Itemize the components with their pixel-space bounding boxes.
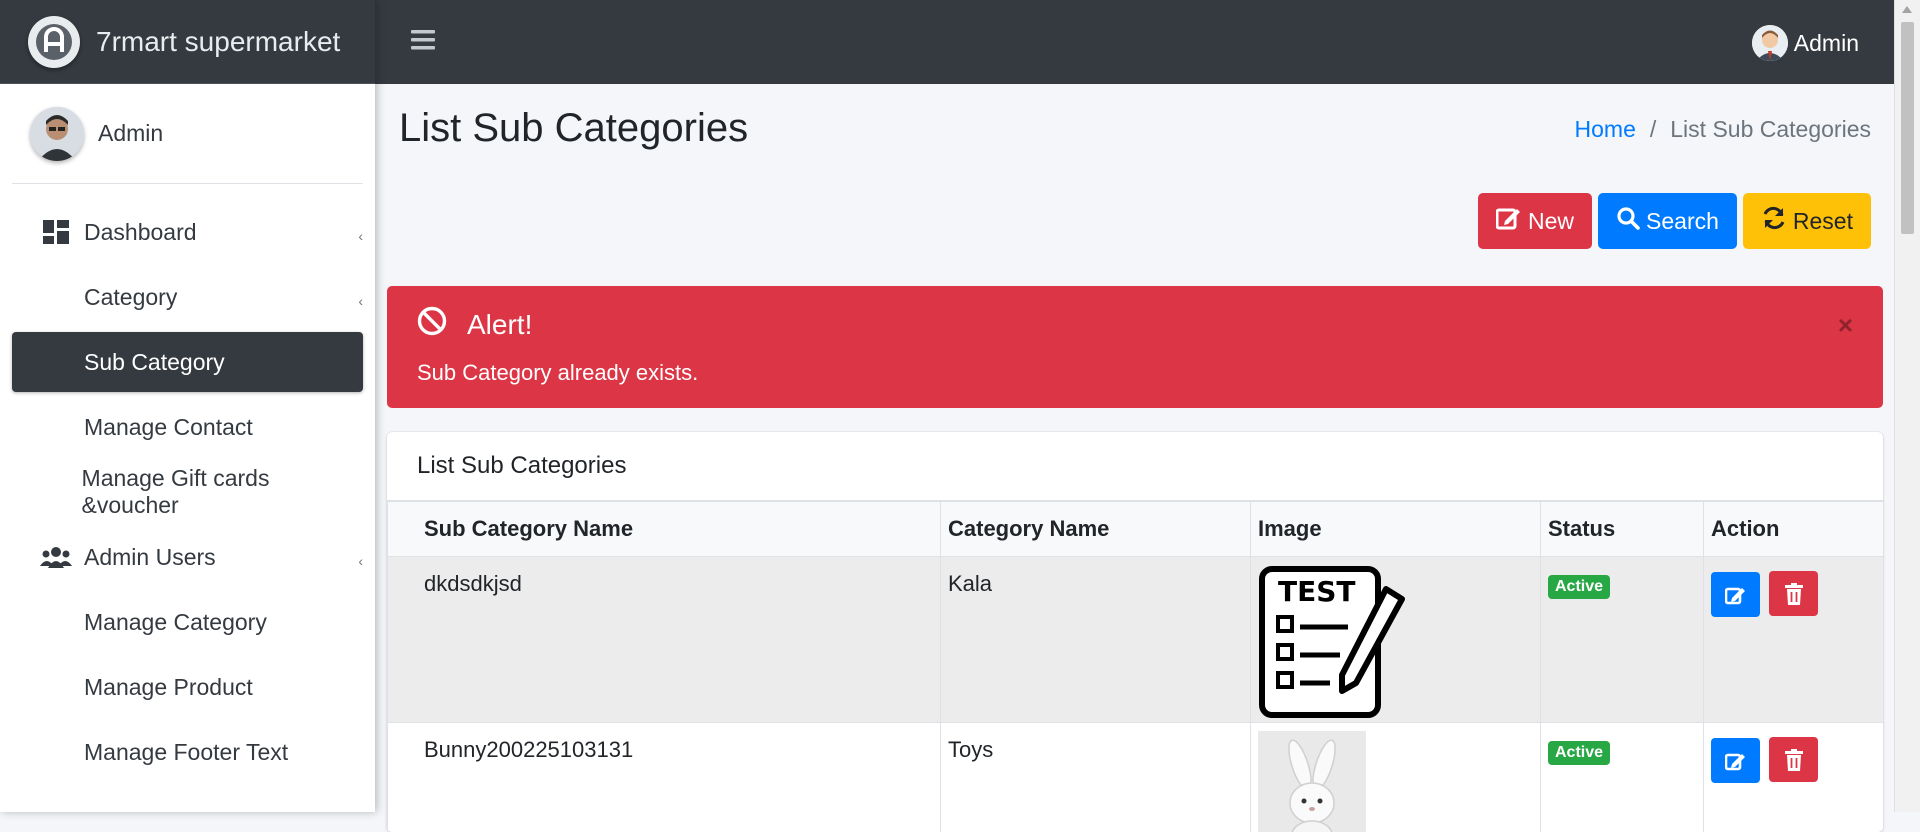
edit-icon xyxy=(1725,585,1747,605)
main-content: List Sub Categories Home / List Sub Cate… xyxy=(375,84,1895,812)
sidebar-item-admin-users[interactable]: Admin Users ‹ xyxy=(12,527,363,587)
sidebar-item-manage-product[interactable]: Manage Product xyxy=(12,657,363,717)
sidebar-item-label: Manage Footer Text xyxy=(84,739,288,766)
user-menu[interactable]: Admin xyxy=(1752,25,1859,61)
brand-text: 7rmart supermarket xyxy=(96,26,340,58)
sidebar-item-category[interactable]: Category ‹ xyxy=(12,267,363,327)
hamburger-menu-icon[interactable] xyxy=(411,29,435,56)
sub-category-name-cell: Bunny200225103131 xyxy=(388,723,941,832)
table-row: Bunny200225103131 Toys xyxy=(388,723,1884,832)
chevron-left-icon: ‹ xyxy=(358,228,363,244)
sidebar-nav: Dashboard ‹ Category ‹ Sub Category Mana… xyxy=(0,184,375,782)
edit-button[interactable] xyxy=(1711,738,1760,783)
chevron-left-icon: ‹ xyxy=(358,293,363,309)
edit-icon xyxy=(1725,751,1747,771)
image-cell xyxy=(1251,723,1541,832)
search-icon xyxy=(1616,206,1640,236)
top-navbar: Admin xyxy=(375,0,1895,84)
trash-icon xyxy=(1785,749,1803,771)
dashboard-icon xyxy=(40,220,72,244)
brand-link[interactable]: 7rmart supermarket xyxy=(0,0,375,84)
sidebar-item-label: Sub Category xyxy=(84,349,225,376)
reset-button[interactable]: Reset xyxy=(1743,193,1871,249)
chevron-left-icon: ‹ xyxy=(358,553,363,569)
sidebar-item-manage-gift-cards[interactable]: Manage Gift cards &voucher xyxy=(12,462,363,522)
alert-danger: Alert! Sub Category already exists. × xyxy=(387,286,1883,408)
sidebar-item-label: Manage Category xyxy=(84,609,267,636)
close-icon[interactable]: × xyxy=(1838,310,1853,341)
new-button[interactable]: New xyxy=(1478,193,1592,249)
status-cell: Active xyxy=(1541,723,1704,832)
sidebar-item-label: Category xyxy=(84,284,177,311)
column-header[interactable]: Sub Category Name xyxy=(388,502,941,557)
category-name-cell: Toys xyxy=(941,723,1251,832)
delete-button[interactable] xyxy=(1769,737,1818,782)
alert-message: Sub Category already exists. xyxy=(417,360,698,386)
breadcrumb-separator: / xyxy=(1650,116,1656,143)
alert-title: Alert! xyxy=(467,309,532,341)
card-title: List Sub Categories xyxy=(387,432,1883,501)
table-header-row: Sub Category Name Category Name Image St… xyxy=(388,502,1884,557)
table-row: dkdsdkjsd Kala TEST xyxy=(388,557,1884,723)
sub-categories-table: Sub Category Name Category Name Image St… xyxy=(387,501,1883,832)
sidebar-item-manage-category[interactable]: Manage Category xyxy=(12,592,363,652)
column-header[interactable]: Status xyxy=(1541,502,1704,557)
toolbar: New Search Reset xyxy=(1478,193,1871,249)
status-badge: Active xyxy=(1548,575,1610,599)
alert-header: Alert! xyxy=(417,306,532,343)
sub-categories-card: List Sub Categories Sub Category Name Ca… xyxy=(387,432,1883,832)
image-cell: TEST xyxy=(1251,557,1541,723)
ban-icon xyxy=(417,306,447,343)
column-header[interactable]: Category Name xyxy=(941,502,1251,557)
brand-logo-icon xyxy=(28,16,80,68)
user-panel[interactable]: Admin xyxy=(12,84,363,184)
scroll-up-arrow-icon[interactable] xyxy=(1902,6,1912,13)
test-checklist-image: TEST xyxy=(1258,565,1408,719)
page-scrollbar[interactable] xyxy=(1894,0,1920,812)
sub-category-name-cell: dkdsdkjsd xyxy=(388,557,941,723)
top-user-name: Admin xyxy=(1794,30,1859,57)
sidebar-item-label: Manage Gift cards &voucher xyxy=(82,465,363,519)
column-header[interactable]: Action xyxy=(1704,502,1884,557)
category-name-cell: Kala xyxy=(941,557,1251,723)
breadcrumb-current: List Sub Categories xyxy=(1670,116,1871,143)
search-button-label: Search xyxy=(1646,208,1719,235)
refresh-icon xyxy=(1761,206,1787,236)
new-button-label: New xyxy=(1528,208,1574,235)
edit-icon xyxy=(1496,206,1522,236)
sidebar-item-label: Admin Users xyxy=(84,544,216,571)
status-cell: Active xyxy=(1541,557,1704,723)
bunny-plush-image xyxy=(1258,731,1366,832)
breadcrumb: Home / List Sub Categories xyxy=(1575,116,1871,143)
column-header[interactable]: Image xyxy=(1251,502,1541,557)
action-cell xyxy=(1704,557,1884,723)
status-badge: Active xyxy=(1548,741,1610,765)
sidebar-item-label: Manage Product xyxy=(84,674,253,701)
page-title: List Sub Categories xyxy=(399,106,748,151)
action-cell xyxy=(1704,723,1884,832)
svg-text:TEST: TEST xyxy=(1278,575,1356,608)
delete-button[interactable] xyxy=(1769,571,1818,616)
avatar xyxy=(30,107,84,161)
sidebar-user-name: Admin xyxy=(98,120,163,147)
sidebar-item-manage-footer-text[interactable]: Manage Footer Text xyxy=(12,722,363,782)
avatar xyxy=(1752,25,1788,61)
sidebar-item-manage-contact[interactable]: Manage Contact xyxy=(12,397,363,457)
edit-button[interactable] xyxy=(1711,572,1760,617)
trash-icon xyxy=(1785,583,1803,605)
sidebar-item-sub-category[interactable]: Sub Category xyxy=(12,332,363,392)
scrollbar-thumb[interactable] xyxy=(1901,22,1914,234)
sidebar: 7rmart supermarket Admin xyxy=(0,0,375,812)
breadcrumb-home-link[interactable]: Home xyxy=(1575,116,1636,143)
sidebar-item-dashboard[interactable]: Dashboard ‹ xyxy=(12,202,363,262)
users-icon xyxy=(40,546,72,568)
sidebar-item-label: Dashboard xyxy=(84,219,197,246)
search-button[interactable]: Search xyxy=(1598,193,1737,249)
sidebar-item-label: Manage Contact xyxy=(84,414,253,441)
reset-button-label: Reset xyxy=(1793,208,1853,235)
